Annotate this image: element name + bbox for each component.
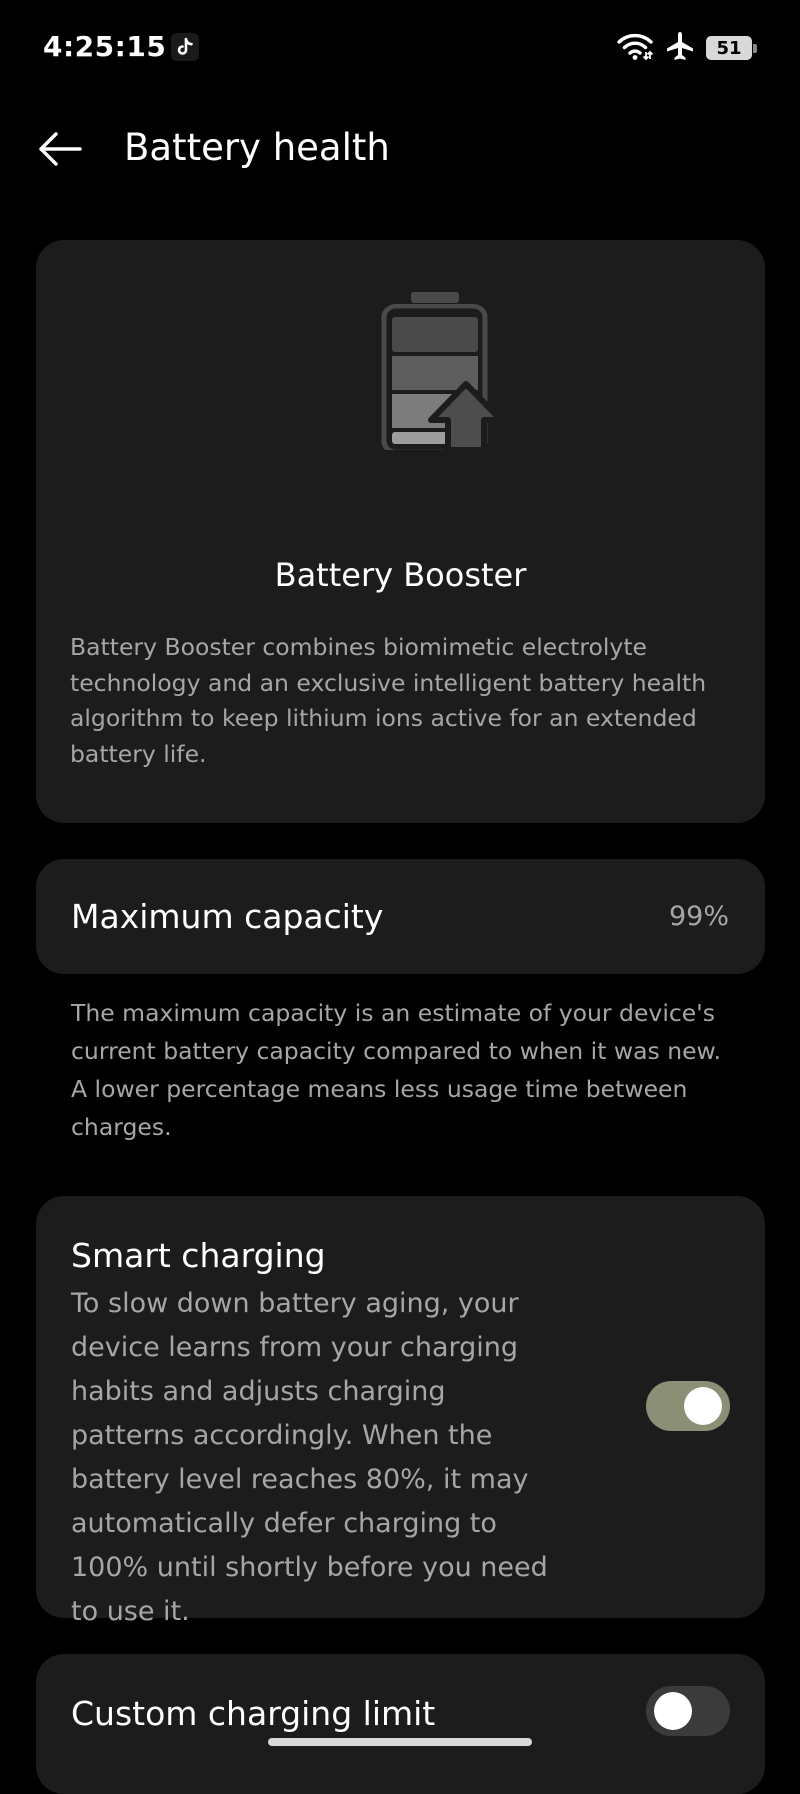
page-title: Battery health: [124, 126, 390, 169]
custom-charging-limit-title: Custom charging limit: [71, 1694, 436, 1733]
booster-title: Battery Booster: [274, 556, 527, 594]
smart-charging-card[interactable]: Smart charging To slow down battery agin…: [36, 1196, 765, 1627]
battery-booster-icon: [381, 292, 504, 450]
tiktok-icon: [171, 33, 199, 61]
booster-description: Battery Booster combines biomimetic elec…: [70, 633, 707, 768]
smart-charging-description: To slow down battery aging, your device …: [71, 1288, 548, 1627]
airplane-icon: [666, 31, 694, 65]
status-bar: 4:25:15 51: [0, 0, 800, 96]
status-icons: 51: [616, 30, 757, 66]
app-header: Battery health: [0, 110, 800, 190]
back-button[interactable]: [30, 124, 90, 174]
home-indicator[interactable]: [268, 1738, 532, 1746]
smart-charging-title: Smart charging: [71, 1236, 326, 1275]
maximum-capacity-card: Maximum capacity 99%: [36, 859, 765, 974]
smart-charging-toggle[interactable]: [646, 1381, 730, 1431]
capacity-note: The maximum capacity is an estimate of y…: [71, 999, 722, 1141]
battery-status-icon: 51: [706, 36, 757, 60]
capacity-value: 99%: [668, 901, 729, 932]
custom-charging-limit-card[interactable]: Custom charging limit: [36, 1654, 765, 1794]
toggle-knob: [654, 1692, 692, 1730]
battery-booster-card: Battery Booster Battery Booster combines…: [36, 240, 765, 823]
toggle-knob: [684, 1387, 722, 1425]
custom-charging-limit-toggle[interactable]: [646, 1686, 730, 1736]
capacity-label: Maximum capacity: [71, 897, 384, 936]
back-arrow-icon: [39, 132, 82, 166]
wifi-icon: [616, 31, 654, 65]
status-time: 4:25:15: [43, 30, 167, 63]
